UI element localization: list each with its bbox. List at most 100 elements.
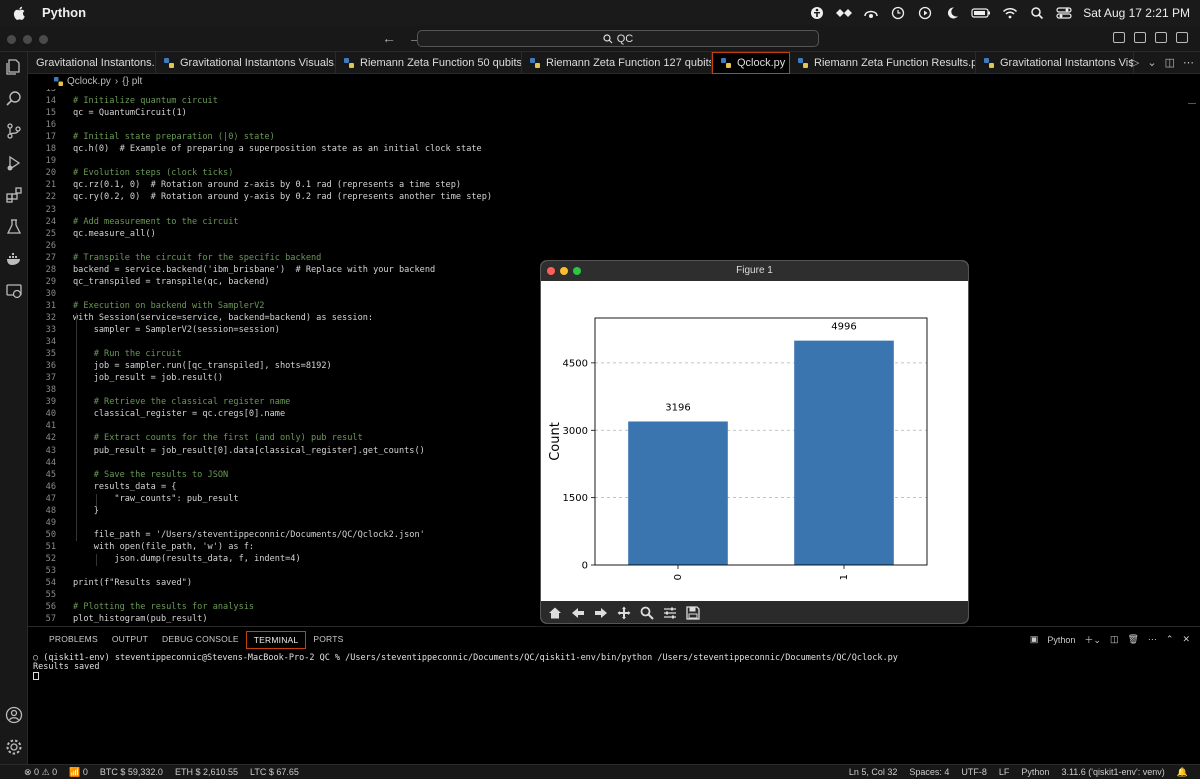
code-line[interactable]: 56 # Plotting the results for analysis xyxy=(28,601,254,613)
code-line[interactable]: 45 # Save the results to JSON xyxy=(28,469,229,481)
clock-icon[interactable] xyxy=(890,6,906,20)
kill-terminal-icon[interactable]: 🗑 xyxy=(1127,634,1138,645)
cursor-position[interactable]: Ln 5, Col 32 xyxy=(849,767,898,778)
source-control-icon[interactable] xyxy=(5,122,23,140)
code-line[interactable]: 49 xyxy=(28,517,73,529)
toggle-secondary-sidebar-icon[interactable] xyxy=(1155,32,1167,43)
menubar-datetime[interactable]: Sat Aug 17 2:21 PM xyxy=(1083,6,1190,20)
extensions-icon[interactable] xyxy=(5,186,23,204)
code-line[interactable]: 30 xyxy=(28,288,73,300)
search-icon[interactable] xyxy=(5,90,23,108)
docker-icon[interactable] xyxy=(5,250,23,268)
code-line[interactable]: 41 xyxy=(28,420,73,432)
code-line[interactable]: 50 file_path = '/Users/steventippeconnic… xyxy=(28,529,425,541)
tab-gravitational-instantons-visuals2[interactable]: Gravitational Instantons Visuals2 xyxy=(976,52,1134,74)
editor-scrollbar[interactable] xyxy=(1188,103,1196,104)
zoom-figure-button[interactable] xyxy=(573,267,581,275)
code-line[interactable]: 25 qc.measure_all() xyxy=(28,228,156,240)
code-line[interactable]: 16 xyxy=(28,119,73,131)
code-line[interactable]: 40 classical_register = qc.cregs[0].name xyxy=(28,408,286,420)
spotlight-search-icon[interactable] xyxy=(1029,6,1045,20)
testing-flask-icon[interactable] xyxy=(5,218,23,236)
code-line[interactable]: 35 # Run the circuit xyxy=(28,348,182,360)
terminal-shell-icon[interactable]: ▣ xyxy=(1030,634,1039,645)
apple-logo-icon[interactable] xyxy=(12,5,28,21)
terminal-output[interactable]: ○ (qiskit1-env) steventippeconnic@Steven… xyxy=(33,654,898,682)
code-line[interactable]: 33 sampler = SamplerV2(session=session) xyxy=(28,324,280,336)
breadcrumb-file[interactable]: Qclock.py xyxy=(67,76,111,87)
code-line[interactable]: 20 # Evolution steps (clock ticks) xyxy=(28,167,234,179)
save-figure-icon[interactable] xyxy=(683,604,703,622)
code-line[interactable]: 54 print(f"Results saved") xyxy=(28,577,192,589)
code-line[interactable]: 21 qc.rz(0.1, 0) # Rotation around z-axis… xyxy=(28,179,461,191)
run-and-debug-icon[interactable] xyxy=(5,154,23,172)
code-line[interactable]: 26 xyxy=(28,240,73,252)
code-line[interactable]: 18 qc.h(0) # Example of preparing a super… xyxy=(28,143,482,155)
btc-price[interactable]: BTC $ 59,332.0 xyxy=(100,767,163,778)
battery-icon[interactable] xyxy=(971,6,991,20)
zoom-magnifier-icon[interactable] xyxy=(637,604,657,622)
zoom-window-button[interactable] xyxy=(39,35,48,44)
home-icon[interactable] xyxy=(545,604,565,622)
toggle-panel-icon[interactable] xyxy=(1134,32,1146,43)
indentation[interactable]: Spaces: 4 xyxy=(909,767,949,778)
code-line[interactable]: 46 results_data = { xyxy=(28,481,177,493)
panel-tab-output[interactable]: OUTPUT xyxy=(105,631,155,649)
back-arrow-icon[interactable] xyxy=(568,604,588,622)
code-line[interactable]: 43 pub_result = job_result[0].data[class… xyxy=(28,445,425,457)
file-encoding[interactable]: UTF-8 xyxy=(961,767,987,778)
eth-price[interactable]: ETH $ 2,610.55 xyxy=(175,767,238,778)
close-figure-button[interactable] xyxy=(547,267,555,275)
tab-riemann-zeta-results[interactable]: Riemann Zeta Function Results.py xyxy=(790,52,976,74)
run-python-file-icon[interactable]: ▷ xyxy=(1131,56,1139,69)
code-line[interactable]: 24 # Add measurement to the circuit xyxy=(28,216,239,228)
toggle-primary-sidebar-icon[interactable] xyxy=(1113,32,1125,43)
new-terminal-icon[interactable]: ＋⌄ xyxy=(1084,633,1101,646)
code-line[interactable]: 47 "raw_counts": pub_result xyxy=(28,493,239,505)
tab-riemann-zeta-127-qubits[interactable]: Riemann Zeta Function 127 qubits.py xyxy=(522,52,712,74)
panel-tab-ports[interactable]: PORTS xyxy=(306,631,350,649)
code-line[interactable]: 23 xyxy=(28,204,73,216)
forward-arrow-icon[interactable] xyxy=(591,604,611,622)
code-line[interactable]: 17 # Initial state preparation (|0⟩ state… xyxy=(28,131,275,143)
code-line[interactable]: 31 # Execution on backend with SamplerV2 xyxy=(28,300,265,312)
code-line[interactable]: 39 # Retrieve the classical register nam… xyxy=(28,396,291,408)
code-line[interactable]: 48 } xyxy=(28,505,99,517)
minimize-figure-button[interactable] xyxy=(560,267,568,275)
breadcrumb-symbol[interactable]: {} plt xyxy=(122,76,142,87)
back-arrow-icon[interactable]: ← xyxy=(382,30,396,46)
split-editor-icon[interactable]: ◫ xyxy=(1165,56,1175,69)
code-line[interactable]: 57 plot_histogram(pub_result) xyxy=(28,613,208,625)
accounts-icon[interactable] xyxy=(5,706,23,724)
code-line[interactable]: 37 job_result = job.result() xyxy=(28,372,223,384)
tab-riemann-zeta-50-qubits[interactable]: Riemann Zeta Function 50 qubits.py xyxy=(336,52,522,74)
panel-tab-terminal[interactable]: TERMINAL xyxy=(245,631,307,649)
end-of-line[interactable]: LF xyxy=(999,767,1010,778)
code-line[interactable]: 15 qc = QuantumCircuit(1) xyxy=(28,107,187,119)
code-line[interactable]: 51 with open(file_path, 'w') as f: xyxy=(28,541,254,553)
code-line[interactable]: 14 # Initialize quantum circuit xyxy=(28,95,218,107)
code-line[interactable]: 22 qc.ry(0.2, 0) # Rotation around y-axis… xyxy=(28,191,492,203)
tab-gravitational-instantons[interactable]: Gravitational Instantons.py xyxy=(28,52,156,74)
code-line[interactable]: 52 json.dump(results_data, f, indent=4) xyxy=(28,553,301,565)
code-line[interactable]: 19 xyxy=(28,155,73,167)
pan-move-icon[interactable] xyxy=(614,604,634,622)
code-line[interactable]: 29 qc_transpiled = transpile(qc, backend) xyxy=(28,276,270,288)
minimize-window-button[interactable] xyxy=(23,35,32,44)
code-line[interactable]: 28 backend = service.backend('ibm_brisban… xyxy=(28,264,436,276)
app-name[interactable]: Python xyxy=(42,5,86,20)
code-line[interactable]: 27 # Transpile the circuit for the specif… xyxy=(28,252,322,264)
code-line[interactable]: 32 with Session(service=service, backend=… xyxy=(28,312,373,324)
language-mode[interactable]: Python xyxy=(1021,767,1049,778)
close-panel-icon[interactable]: ✕ xyxy=(1182,634,1190,645)
configure-subplots-icon[interactable] xyxy=(660,604,680,622)
play-icon[interactable] xyxy=(917,6,933,20)
more-actions-icon[interactable]: ⋯ xyxy=(1148,634,1157,645)
command-center-search[interactable]: QC xyxy=(417,30,819,47)
more-actions-icon[interactable]: ⋯ xyxy=(1183,56,1194,69)
code-line[interactable]: 44 xyxy=(28,457,73,469)
tab-gravitational-instantons-visuals[interactable]: Gravitational Instantons Visuals.py xyxy=(156,52,336,74)
maximize-panel-icon[interactable]: ⌃ xyxy=(1166,634,1174,645)
chevron-down-icon[interactable]: ⌄ xyxy=(1147,56,1156,69)
wifi-icon[interactable] xyxy=(1002,6,1018,20)
